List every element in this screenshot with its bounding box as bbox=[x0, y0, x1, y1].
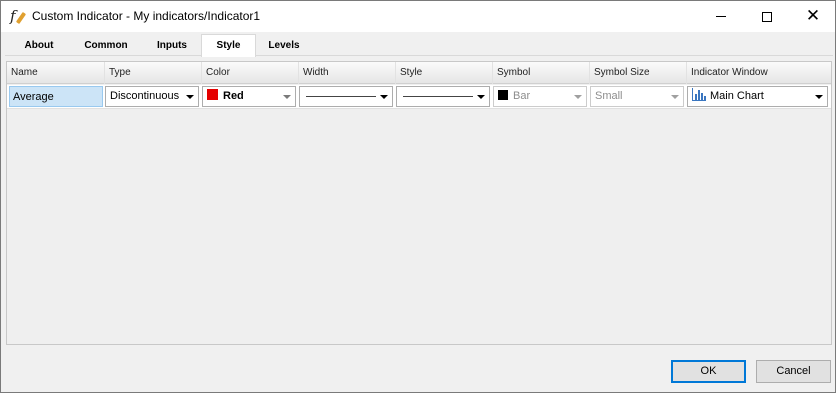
column-header-indicator-window: Indicator Window bbox=[686, 62, 831, 84]
column-header-color: Color bbox=[201, 62, 298, 84]
dropdown-arrow-icon bbox=[477, 95, 485, 99]
maximize-button[interactable] bbox=[744, 1, 790, 32]
grid-header: Name Type Color Width Style Symbol Symbo… bbox=[7, 62, 831, 84]
color-dropdown[interactable]: Red bbox=[202, 86, 296, 107]
custom-indicator-dialog: f Custom Indicator - My indicators/Indic… bbox=[0, 0, 836, 393]
tab-strip: About Common Inputs Style Levels bbox=[1, 32, 835, 57]
minimize-button[interactable] bbox=[698, 1, 744, 32]
chart-icon bbox=[692, 88, 706, 101]
width-dropdown[interactable] bbox=[299, 86, 393, 107]
maximize-icon bbox=[762, 11, 772, 22]
indicator-window-value: Main Chart bbox=[710, 90, 764, 102]
style-grid-panel: Name Type Color Width Style Symbol Symbo… bbox=[6, 61, 832, 345]
tab-levels[interactable]: Levels bbox=[261, 37, 307, 56]
dropdown-arrow-icon bbox=[671, 95, 679, 99]
title-bar: f Custom Indicator - My indicators/Indic… bbox=[1, 1, 835, 32]
symbol-swatch bbox=[498, 90, 508, 100]
tab-style[interactable]: Style bbox=[201, 34, 256, 57]
type-dropdown[interactable]: Discontinuous bbox=[105, 86, 199, 107]
close-button[interactable]: ✕ bbox=[790, 1, 836, 32]
symbol-size-dropdown[interactable]: Small bbox=[590, 86, 684, 107]
line-style-preview bbox=[403, 96, 473, 97]
close-icon: ✕ bbox=[805, 6, 821, 26]
column-header-name: Name bbox=[11, 67, 38, 78]
column-header-type: Type bbox=[104, 62, 201, 84]
dropdown-arrow-icon bbox=[380, 95, 388, 99]
tab-about[interactable]: About bbox=[15, 37, 63, 56]
name-cell[interactable]: Average bbox=[9, 86, 103, 107]
symbol-size-value: Small bbox=[595, 90, 623, 102]
symbol-value: Bar bbox=[513, 90, 531, 102]
window-title: Custom Indicator - My indicators/Indicat… bbox=[32, 9, 261, 23]
function-icon: f bbox=[10, 8, 27, 25]
column-header-symbol-size: Symbol Size bbox=[589, 62, 686, 84]
type-value: Discontinuous bbox=[110, 90, 180, 102]
tab-divider bbox=[5, 55, 833, 56]
dropdown-arrow-icon bbox=[283, 95, 291, 99]
column-header-style: Style bbox=[395, 62, 492, 84]
indicator-window-dropdown[interactable]: Main Chart bbox=[687, 86, 828, 107]
cancel-button[interactable]: Cancel bbox=[756, 360, 831, 383]
color-value: Red bbox=[223, 90, 244, 102]
color-swatch bbox=[207, 89, 218, 100]
column-header-width: Width bbox=[298, 62, 395, 84]
dropdown-arrow-icon bbox=[574, 95, 582, 99]
dropdown-arrow-icon bbox=[815, 95, 823, 99]
minimize-icon bbox=[716, 16, 726, 17]
ok-button[interactable]: OK bbox=[671, 360, 746, 383]
line-width-preview bbox=[306, 96, 376, 97]
table-row: Average Discontinuous Red Bar Small Main… bbox=[7, 85, 831, 109]
line-style-dropdown[interactable] bbox=[396, 86, 490, 107]
dropdown-arrow-icon bbox=[186, 95, 194, 99]
tab-common[interactable]: Common bbox=[75, 37, 137, 56]
symbol-dropdown[interactable]: Bar bbox=[493, 86, 587, 107]
tab-inputs[interactable]: Inputs bbox=[147, 37, 197, 56]
column-header-symbol: Symbol bbox=[492, 62, 589, 84]
